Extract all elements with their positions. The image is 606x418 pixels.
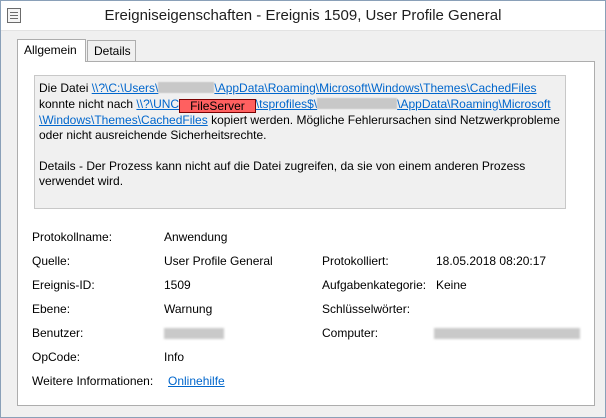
message-text: konnte nicht nach (39, 96, 137, 111)
benutzer-label: Benutzer: (32, 326, 84, 340)
ereignis-id-label: Ereignis-ID: (32, 278, 95, 292)
aufgabenkategorie-label: Aufgabenkategorie: (322, 278, 427, 292)
target-path-part: \Windows\Themes\CachedFiles (39, 112, 208, 127)
protokollname-label: Protokollname: (32, 230, 113, 244)
redacted-username (317, 97, 398, 109)
fileserver-highlight: FileServer (179, 98, 256, 113)
schluesselwoerter-label: Schlüsselwörter: (322, 302, 411, 316)
opcode-value: Info (164, 350, 185, 364)
aufgabenkategorie-value: Keine (436, 278, 467, 292)
protokolliert-value: 18.05.2018 08:20:17 (436, 254, 547, 268)
ereignis-id-value: 1509 (164, 278, 191, 292)
title-bar[interactable]: Ereigniseigenschaften - Ereignis 1509, U… (1, 1, 605, 31)
event-message-box[interactable]: Die Datei \\?\C:\Users\ \AppData\Roaming\… (34, 75, 566, 209)
weitere-informationen-label: Weitere Informationen: (32, 374, 154, 388)
opcode-label: OpCode: (32, 350, 81, 364)
protokolliert-label: Protokolliert: (322, 254, 389, 268)
event-properties-window: Ereigniseigenschaften - Ereignis 1509, U… (0, 0, 606, 418)
quelle-label: Quelle: (32, 254, 71, 268)
quelle-value: User Profile General (164, 254, 273, 268)
target-path-part: \\?\UNC (136, 96, 180, 111)
tab-details[interactable]: Details (87, 40, 136, 61)
message-paragraph-2: Details - Der Prozess kann nicht auf die… (39, 158, 526, 189)
redacted-username (158, 82, 215, 93)
onlinehilfe-link[interactable]: Onlinehilfe (168, 374, 225, 388)
window-title: Ereigniseigenschaften - Ereignis 1509, U… (104, 7, 502, 24)
ebene-label: Ebene: (32, 302, 71, 316)
tab-panel-allgemein: Die Datei \\?\C:\Users\ \AppData\Roaming\… (17, 61, 595, 406)
source-path-part: \\?\C:\Users\ (91, 81, 159, 95)
ebene-value: Warnung (164, 302, 213, 316)
source-path-part: \AppData\Roaming\Microsoft\Windows\Theme… (214, 81, 537, 95)
target-path-part: \tsprofiles$\ (255, 96, 318, 111)
message-text: Die Datei (39, 81, 92, 95)
source-path-link[interactable]: \\?\C:\Users\ \AppData\Roaming\Microsoft\… (92, 81, 537, 95)
target-path-part: \AppData\Roaming\Microsoft (397, 96, 551, 111)
protokollname-value: Anwendung (164, 230, 228, 244)
computer-value-redacted (434, 328, 580, 339)
benutzer-value-redacted (164, 328, 224, 339)
computer-label: Computer: (322, 326, 379, 340)
target-path-link[interactable]: \\?\UNC (136, 97, 179, 111)
tab-allgemein[interactable]: Allgemein (17, 39, 86, 62)
message-paragraph-1: Die Datei \\?\C:\Users\ \AppData\Roaming\… (39, 81, 561, 144)
